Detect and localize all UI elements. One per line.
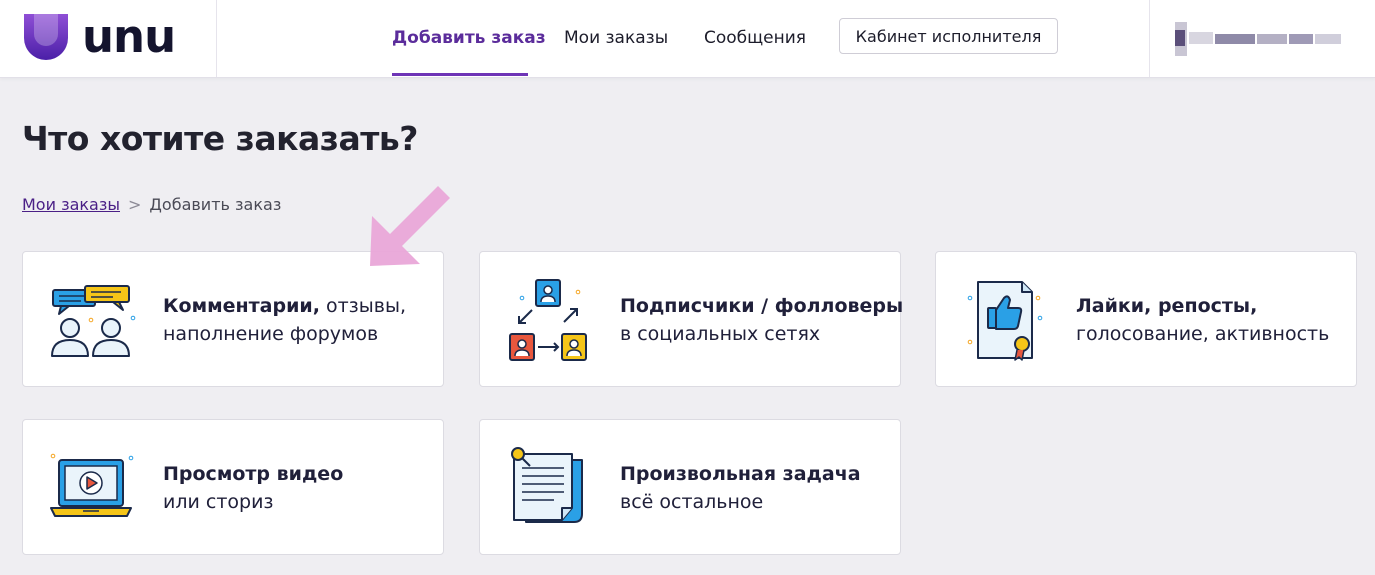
category-card-custom-task[interactable]: Произвольная задача всё остальное	[479, 419, 901, 555]
category-card-video[interactable]: Просмотр видео или сториз	[22, 419, 444, 555]
top-header: unu Добавить заказ Мои заказы Сообщения …	[0, 0, 1375, 78]
category-card-followers[interactable]: Подписчики / фолловеры в социальных сетя…	[479, 251, 904, 387]
category-card-comments[interactable]: Комментарии, отзывы, наполнение форумов	[22, 251, 444, 387]
laptop-video-icon	[50, 453, 134, 517]
card-subtitle: наполнение форумов	[163, 323, 379, 345]
annotation-arrow-icon	[370, 182, 450, 266]
card-title-rest: отзывы,	[319, 295, 407, 317]
followers-icon	[509, 279, 587, 361]
card-title: Подписчики / фолловеры	[620, 295, 904, 317]
nav-active-underline	[392, 73, 528, 76]
nav-my-orders[interactable]: Мои заказы	[564, 27, 668, 49]
card-title: Комментарии,	[163, 295, 320, 317]
card-title: Произвольная задача	[620, 463, 861, 485]
thumbs-up-certificate-icon	[967, 281, 1043, 361]
logo-mark-icon	[24, 14, 68, 60]
card-title: Лайки, репосты,	[1076, 295, 1258, 317]
header-divider	[216, 0, 217, 77]
nav-messages[interactable]: Сообщения	[704, 27, 806, 49]
card-subtitle: голосование, активность	[1076, 323, 1330, 345]
card-subtitle: в социальных сетях	[620, 323, 821, 345]
user-account-blurred[interactable]	[1175, 22, 1345, 56]
header-divider	[1149, 0, 1150, 77]
performer-cabinet-button[interactable]: Кабинет исполнителя	[839, 18, 1058, 54]
card-subtitle: или сториз	[163, 491, 274, 513]
page-title: Что хотите заказать?	[22, 119, 418, 158]
breadcrumb-current: Добавить заказ	[149, 195, 282, 214]
chat-users-icon	[51, 285, 136, 357]
logo[interactable]: unu	[24, 14, 194, 62]
chevron-right-icon: >	[128, 195, 142, 214]
breadcrumb: Мои заказы > Добавить заказ	[22, 194, 281, 216]
logo-text: unu	[82, 10, 176, 63]
nav-add-order[interactable]: Добавить заказ	[392, 27, 546, 49]
breadcrumb-link-my-orders[interactable]: Мои заказы	[22, 195, 120, 214]
document-pin-icon	[511, 447, 583, 523]
card-subtitle: всё остальное	[620, 491, 764, 513]
category-card-likes[interactable]: Лайки, репосты, голосование, активность	[935, 251, 1357, 387]
card-title: Просмотр видео	[163, 463, 344, 485]
